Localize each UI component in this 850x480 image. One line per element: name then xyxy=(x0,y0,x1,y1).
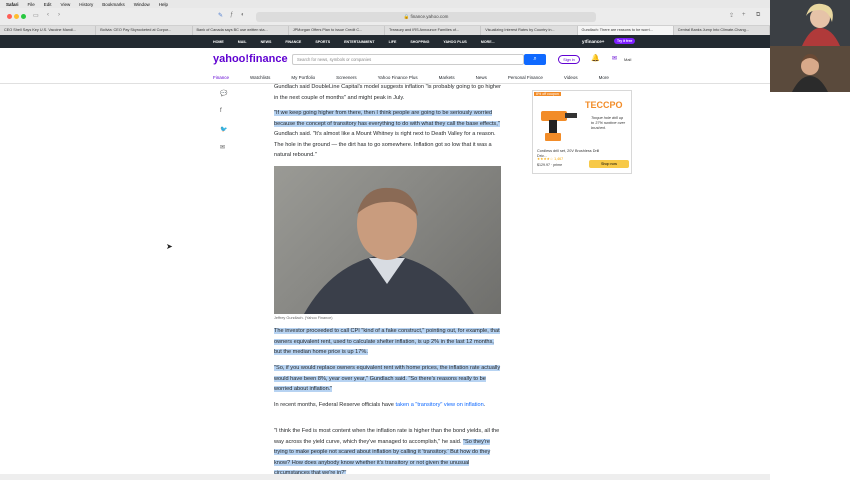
browser-tab[interactable]: Bolivia: CEO Pay Skyrocketed at Corpor..… xyxy=(96,26,193,35)
browser-tab[interactable]: Treasury and IRS Announce Families of... xyxy=(385,26,482,35)
tab-overview-icon[interactable]: ⧉ xyxy=(756,12,760,19)
article-paragraph: Gundlach said DoubleLine Capital's model… xyxy=(274,84,501,101)
shop-now-button[interactable]: Shop now xyxy=(589,160,629,168)
ynav-finance[interactable]: FINANCE xyxy=(285,40,301,44)
menu-history[interactable]: History xyxy=(79,2,93,7)
subnav-watchlists[interactable]: Watchlists xyxy=(250,75,270,80)
menu-safari[interactable]: Safari xyxy=(6,2,19,7)
share-icon[interactable]: ⇪ xyxy=(729,12,734,19)
subnav-videos[interactable]: Videos xyxy=(564,75,578,80)
article-paragraph: "So, if you would replace owners equival… xyxy=(274,363,502,395)
menu-window[interactable]: Window xyxy=(134,2,150,7)
shield-icon[interactable]: ◐ xyxy=(241,12,245,18)
sidebar-ad[interactable]: 8% off coupon TECCPO Torque hole drill u… xyxy=(532,90,632,174)
browser-tab[interactable]: Bank of Canada says BC use written sta..… xyxy=(193,26,289,35)
article-paragraph: "I think the Fed is most content when th… xyxy=(274,426,502,479)
function-icon[interactable]: ƒ xyxy=(230,12,233,18)
ynav-news[interactable]: NEWS xyxy=(261,40,272,44)
ynav-more[interactable]: MORE... xyxy=(481,40,495,44)
browser-tab-active[interactable]: Gundlach: There are reasons to be worri.… xyxy=(577,26,674,35)
facebook-icon[interactable]: f xyxy=(220,108,222,114)
address-text: finance.yahoo.com xyxy=(410,14,449,19)
transitory-link[interactable]: taken a "transitory" view on inflation xyxy=(395,402,483,408)
search-button[interactable]: ⌕ xyxy=(524,54,546,65)
highlighted-paragraph: The investor proceeded to call CPI "kind… xyxy=(274,328,500,355)
menu-file[interactable]: File xyxy=(28,2,35,7)
highlighted-paragraph: "So, if you would replace owners equival… xyxy=(274,365,501,392)
email-icon[interactable]: ✉ xyxy=(220,144,225,151)
ynav-entertainment[interactable]: ENTERTAINMENT xyxy=(344,40,374,44)
coupon-badge: 8% off coupon xyxy=(534,92,561,96)
mail-icon[interactable]: ✉ xyxy=(612,55,617,62)
menu-bookmarks[interactable]: Bookmarks xyxy=(102,2,125,7)
search-icon: ⌕ xyxy=(533,56,537,62)
pen-icon[interactable]: ✎ xyxy=(218,12,223,19)
menu-help[interactable]: Help xyxy=(159,2,168,7)
ad-price: $129.97 · prime xyxy=(537,163,563,167)
ynav-sports[interactable]: SPORTS xyxy=(315,40,330,44)
yahoo-top-nav: HOME MAIL NEWS FINANCE SPORTS ENTERTAINM… xyxy=(0,35,770,48)
twitter-icon[interactable]: 🐦 xyxy=(220,126,227,133)
browser-tab[interactable]: CEO Shell Says Key U.S. Vaccine Mandl... xyxy=(0,26,97,35)
video-tile-host xyxy=(770,0,850,46)
ad-tagline: Torque hole drill up to 37% runtime over… xyxy=(591,116,625,130)
tab-strip: CEO Shell Says Key U.S. Vaccine Mandl...… xyxy=(0,26,770,35)
browser-tab[interactable]: JPMorgan Offers Plan to issue Credit C..… xyxy=(289,26,385,35)
sign-in-button[interactable]: Sign in xyxy=(558,55,580,64)
yahoo-finance-logo[interactable]: yahoo!finance xyxy=(213,53,288,65)
subnav-finance[interactable]: Finance xyxy=(213,75,229,80)
menu-view[interactable]: View xyxy=(61,2,71,7)
ad-rating: ★★★★☆ 1,467 xyxy=(537,157,564,161)
subnav-my-portfolio[interactable]: My Portfolio xyxy=(291,75,315,80)
article-paragraph: "If we keep going higher from there, the… xyxy=(274,108,502,161)
ad-brand: TECCPO xyxy=(585,100,623,110)
participant-video xyxy=(770,46,850,92)
address-bar[interactable]: 🔒 finance.yahoo.com xyxy=(256,12,596,22)
subnav-more[interactable]: More xyxy=(599,75,609,80)
sidebar-icon[interactable]: ▭ xyxy=(33,12,39,19)
photo-caption: Jeffrey Gundlach. (Yahoo Finance) xyxy=(274,316,333,320)
zoom-window-button[interactable] xyxy=(21,14,26,19)
participant-video xyxy=(770,0,850,46)
paragraph-text: . xyxy=(483,402,486,408)
macos-menubar: Safari File Edit View History Bookmarks … xyxy=(0,0,850,8)
page-bottom-edge xyxy=(0,474,770,480)
browser-tab[interactable]: Visualizing Interest Rates by Country in… xyxy=(481,26,578,35)
back-icon[interactable]: ‹ xyxy=(47,12,49,18)
browser-tab[interactable]: Central Banks Jump Into Climate-Chang... xyxy=(674,26,770,35)
ynav-life[interactable]: LIFE xyxy=(389,40,397,44)
minimize-window-button[interactable] xyxy=(14,14,19,19)
article-paragraph: The investor proceeded to call CPI "kind… xyxy=(274,326,502,358)
try-free-button[interactable]: Try it free xyxy=(614,38,636,44)
menu-edit[interactable]: Edit xyxy=(44,2,52,7)
forward-icon[interactable]: › xyxy=(58,12,60,18)
subnav-yahoo-finance-plus[interactable]: Yahoo Finance Plus xyxy=(378,75,418,80)
comment-icon[interactable]: 💬 xyxy=(220,90,227,97)
new-tab-icon[interactable]: + xyxy=(742,12,746,18)
subnav-markets[interactable]: Markets xyxy=(439,75,455,80)
quote-continuation: Gundlach said. "It's almost like a Mount… xyxy=(274,131,496,158)
lock-icon: 🔒 xyxy=(403,14,410,19)
ynav-shopping[interactable]: SHOPPING xyxy=(410,40,429,44)
mouse-cursor-icon: ➤ xyxy=(166,242,173,251)
bell-icon[interactable]: 🔔 xyxy=(591,54,600,62)
article-paragraph: In recent months, Federal Reserve offici… xyxy=(274,400,502,411)
portrait-illustration xyxy=(304,187,474,314)
ynav-mail[interactable]: MAIL xyxy=(238,40,247,44)
mail-link[interactable]: Mail xyxy=(624,57,631,62)
ynav-home[interactable]: HOME xyxy=(213,40,224,44)
yahoo-finance-plus-logo[interactable]: y!finance+ xyxy=(582,39,604,44)
drill-product-image xyxy=(541,111,577,141)
paragraph-text: In recent months, Federal Reserve offici… xyxy=(274,402,396,408)
subnav-personal-finance[interactable]: Personal Finance xyxy=(508,75,543,80)
ynav-yahoo-plus[interactable]: YAHOO PLUS xyxy=(443,40,466,44)
subnav-screeners[interactable]: Screeners xyxy=(336,75,357,80)
article-photo-gundlach xyxy=(274,166,501,314)
highlighted-quote: "If we keep going higher from there, the… xyxy=(274,110,500,127)
video-tile-guest xyxy=(770,46,850,92)
close-window-button[interactable] xyxy=(7,14,12,19)
search-input[interactable]: Search for news, symbols or companies xyxy=(292,54,524,65)
subnav-news[interactable]: News xyxy=(476,75,487,80)
